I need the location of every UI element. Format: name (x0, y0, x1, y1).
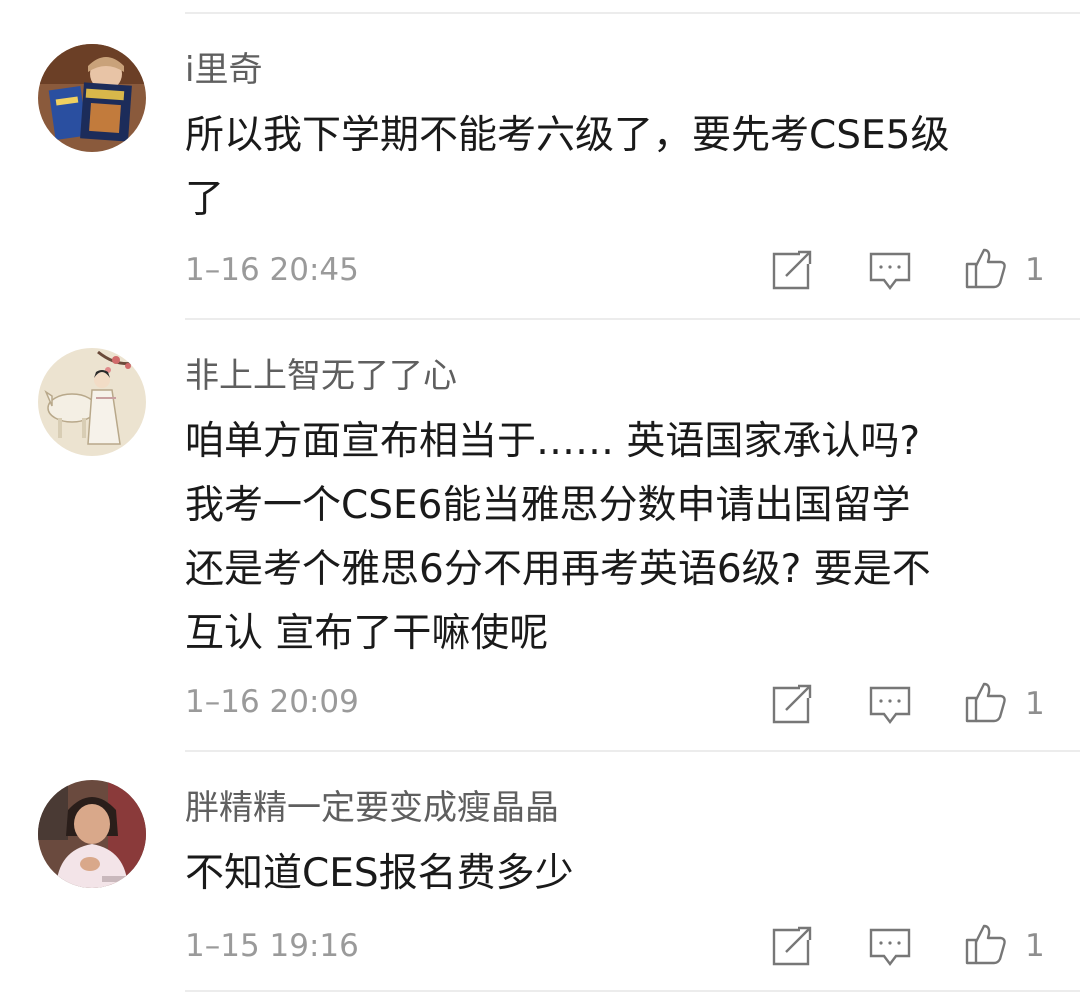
thumbs-up-icon (965, 924, 1006, 965)
like-count: 1 (1025, 928, 1045, 964)
comment-text-line: 了 (185, 177, 225, 222)
comment-text: 不知道CES报名费多少 (185, 842, 1045, 906)
share-button[interactable] (770, 924, 814, 968)
comment-text-line: 所以我下学期不能考六级了，要先考CSE5级 (185, 113, 950, 158)
comment-timestamp: 1–16 20:45 (185, 252, 359, 288)
reply-button[interactable] (868, 682, 912, 726)
painting-avatar-icon (38, 348, 146, 456)
like-button[interactable] (964, 922, 1008, 966)
reader-avatar-icon (38, 44, 146, 152)
user-avatar[interactable] (38, 44, 146, 152)
thumbs-up-icon (965, 248, 1006, 289)
reply-button[interactable] (868, 924, 912, 968)
comment-text: 咱单方面宣布相当于…… 英语国家承认吗? 我考一个CSE6能当雅思分数申请出国留… (185, 410, 1045, 666)
comment-text-line: 不知道CES报名费多少 (185, 851, 574, 896)
share-button[interactable] (770, 248, 814, 292)
comment-icon (869, 928, 911, 966)
comment-text: 所以我下学期不能考六级了，要先考CSE5级 了 (185, 104, 1045, 232)
share-icon (772, 926, 812, 966)
user-avatar[interactable] (38, 780, 146, 888)
comment-item: i里奇 所以我下学期不能考六级了，要先考CSE5级 了 1–16 20:45 1 (0, 14, 1080, 320)
comment-username[interactable]: i里奇 (185, 48, 262, 92)
comment-text-line: 互认 宣布了干嘛使呢 (185, 611, 549, 656)
share-icon (772, 684, 812, 724)
comment-text-line: 咱单方面宣布相当于…… 英语国家承认吗? (185, 419, 921, 464)
comment-icon (869, 252, 911, 290)
reply-button[interactable] (868, 248, 912, 292)
like-count: 1 (1025, 686, 1045, 722)
comment-text-line: 还是考个雅思6分不用再考英语6级? 要是不 (185, 547, 931, 592)
comment-username[interactable]: 非上上智无了了心 (185, 354, 457, 398)
like-count: 1 (1025, 252, 1045, 288)
comment-item: 胖精精一定要变成瘦晶晶 不知道CES报名费多少 1–15 19:16 1 (0, 752, 1080, 992)
comment-icon (869, 686, 911, 724)
thumbs-up-icon (965, 682, 1006, 723)
comment-text-line: 我考一个CSE6能当雅思分数申请出国留学 (185, 483, 911, 528)
share-button[interactable] (770, 682, 814, 726)
like-button[interactable] (964, 246, 1008, 290)
comment-timestamp: 1–15 19:16 (185, 928, 359, 964)
comment-timestamp: 1–16 20:09 (185, 684, 359, 720)
comment-username[interactable]: 胖精精一定要变成瘦晶晶 (185, 786, 559, 830)
person-avatar-icon (38, 780, 146, 888)
share-icon (772, 250, 812, 290)
like-button[interactable] (964, 680, 1008, 724)
user-avatar[interactable] (38, 348, 146, 456)
comment-item: 非上上智无了了心 咱单方面宣布相当于…… 英语国家承认吗? 我考一个CSE6能当… (0, 320, 1080, 752)
